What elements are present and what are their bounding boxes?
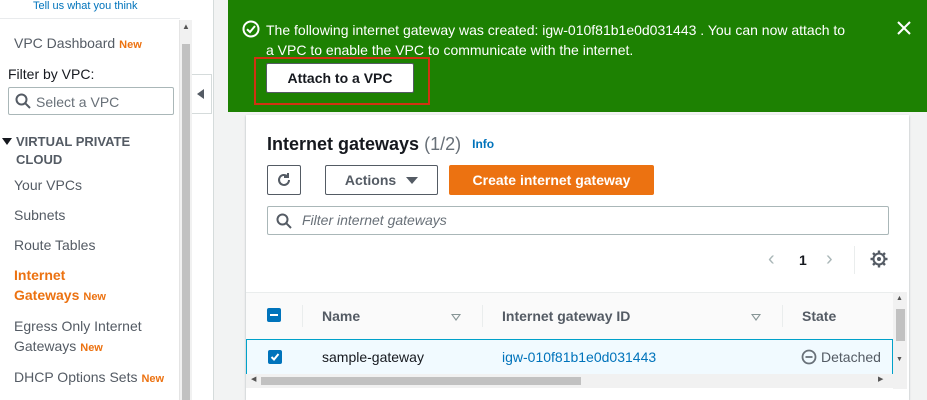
create-internet-gateway-button[interactable]: Create internet gateway — [449, 165, 654, 195]
close-icon[interactable] — [896, 20, 912, 36]
column-header-gateway-id[interactable]: Internet gateway ID — [502, 308, 630, 324]
sidebar-item-subnets[interactable]: Subnets — [14, 207, 65, 223]
actions-dropdown[interactable]: Actions — [325, 165, 438, 195]
caret-down-icon — [2, 138, 12, 145]
scroll-left-icon[interactable]: ◀ — [251, 375, 256, 383]
table-header: Name Internet gateway ID State — [246, 292, 893, 340]
column-divider — [482, 305, 483, 327]
sidebar-item-dhcp-options-sets[interactable]: DHCP Options Sets New — [14, 369, 164, 385]
row-checkbox[interactable] — [268, 350, 282, 364]
gateway-id-link[interactable]: igw-010f81b1e0d031443 — [502, 349, 656, 365]
collapse-sidebar-button[interactable] — [192, 74, 212, 114]
sidebar-item-vpc-dashboard[interactable]: VPC Dashboard New — [14, 35, 142, 51]
state-label: Detached — [821, 349, 881, 365]
filter-input[interactable]: Filter internet gateways — [267, 206, 889, 235]
sidebar-item-label: DHCP Options Sets — [14, 369, 138, 385]
select-all-checkbox[interactable] — [267, 308, 281, 322]
table-vertical-scrollbar[interactable]: ▲ ▼ — [893, 292, 907, 389]
search-icon — [276, 213, 292, 229]
actions-label: Actions — [344, 172, 397, 188]
divider — [854, 246, 855, 274]
new-badge: New — [83, 291, 106, 303]
sidebar-item-label: Gateways — [14, 287, 80, 303]
refresh-icon — [278, 173, 290, 186]
section-virtual-private-cloud[interactable]: VIRTUAL PRIVATE CLOUD — [2, 133, 130, 169]
internet-gateways-panel: Internet gateways (1/2) Info Actions Cre… — [246, 115, 909, 400]
selection-count: (1/2) — [424, 134, 462, 154]
sort-icon[interactable] — [751, 314, 761, 321]
flash-message-line1: The following internet gateway was creat… — [266, 22, 846, 38]
select-vpc-input[interactable]: Select a VPC — [8, 87, 174, 115]
filter-by-vpc-label: Filter by VPC: — [8, 66, 95, 82]
gear-icon[interactable] — [870, 250, 888, 268]
new-badge: New — [80, 342, 103, 354]
gateway-name: sample-gateway — [322, 349, 424, 365]
sidebar-nav: Tell us what you think VPC Dashboard New … — [0, 0, 214, 400]
sidebar-item-label: Internet — [14, 267, 66, 283]
scrollbar-thumb[interactable] — [896, 309, 905, 341]
sidebar-item-egress-only-internet-gateways[interactable]: Egress Only Internet Gateways New — [14, 316, 142, 358]
next-page-icon[interactable]: › — [826, 248, 833, 271]
new-badge: New — [141, 373, 165, 385]
sidebar-item-label: Egress Only Internet — [14, 318, 142, 334]
sidebar-item-route-tables[interactable]: Route Tables — [14, 237, 95, 253]
page-title: Internet gateways (1/2) Info — [267, 134, 494, 155]
search-icon — [15, 93, 31, 109]
section-title-line2: CLOUD — [16, 152, 63, 167]
table-horizontal-scrollbar[interactable]: ◀ ▶ — [246, 374, 893, 388]
attach-to-vpc-button[interactable]: Attach to a VPC — [266, 63, 414, 93]
info-link[interactable]: Info — [472, 137, 494, 151]
checkmark-icon — [270, 353, 280, 361]
sidebar-item-label: Gateways — [14, 338, 77, 354]
chevron-left-icon — [197, 89, 204, 99]
sort-icon[interactable] — [451, 314, 461, 321]
scroll-up-icon[interactable]: ▲ — [182, 22, 190, 31]
column-divider — [302, 305, 303, 327]
feedback-link[interactable]: Tell us what you think — [33, 0, 138, 12]
select-vpc-placeholder: Select a VPC — [36, 94, 120, 110]
filter-placeholder: Filter internet gateways — [302, 212, 447, 228]
scrollbar-thumb[interactable] — [261, 377, 581, 385]
previous-page-icon[interactable]: ‹ — [768, 248, 775, 271]
scrollbar-thumb[interactable] — [182, 44, 190, 400]
column-header-state[interactable]: State — [802, 308, 836, 324]
refresh-button[interactable] — [267, 165, 301, 195]
detached-icon — [801, 349, 817, 365]
panel-title-text: Internet gateways — [267, 134, 420, 154]
divider — [0, 18, 180, 19]
table-row[interactable]: sample-gateway igw-010f81b1e0d031443 Det… — [246, 339, 893, 375]
scroll-right-icon[interactable]: ▶ — [878, 375, 883, 383]
flash-message: The following internet gateway was creat… — [266, 20, 876, 60]
page-number[interactable]: 1 — [799, 252, 807, 268]
new-badge: New — [119, 39, 142, 51]
success-check-icon — [242, 20, 260, 38]
caret-down-icon — [406, 177, 419, 184]
sidebar-item-your-vpcs[interactable]: Your VPCs — [14, 177, 82, 193]
column-divider — [782, 305, 783, 327]
scroll-down-icon[interactable]: ▼ — [896, 356, 903, 363]
gateway-state: Detached — [801, 349, 881, 365]
column-header-name[interactable]: Name — [322, 308, 360, 324]
scroll-up-icon[interactable]: ▲ — [896, 295, 903, 302]
success-flashbar: The following internet gateway was creat… — [228, 0, 927, 112]
sidebar-item-internet-gateways[interactable]: Internet Gateways New — [14, 265, 106, 307]
section-title-line1: VIRTUAL PRIVATE — [16, 134, 131, 149]
sidebar-scrollbar[interactable]: ▲ — [179, 20, 192, 400]
sidebar-item-label: VPC Dashboard — [14, 35, 116, 51]
flash-message-line2: a VPC to enable the VPC to communicate w… — [266, 42, 634, 58]
